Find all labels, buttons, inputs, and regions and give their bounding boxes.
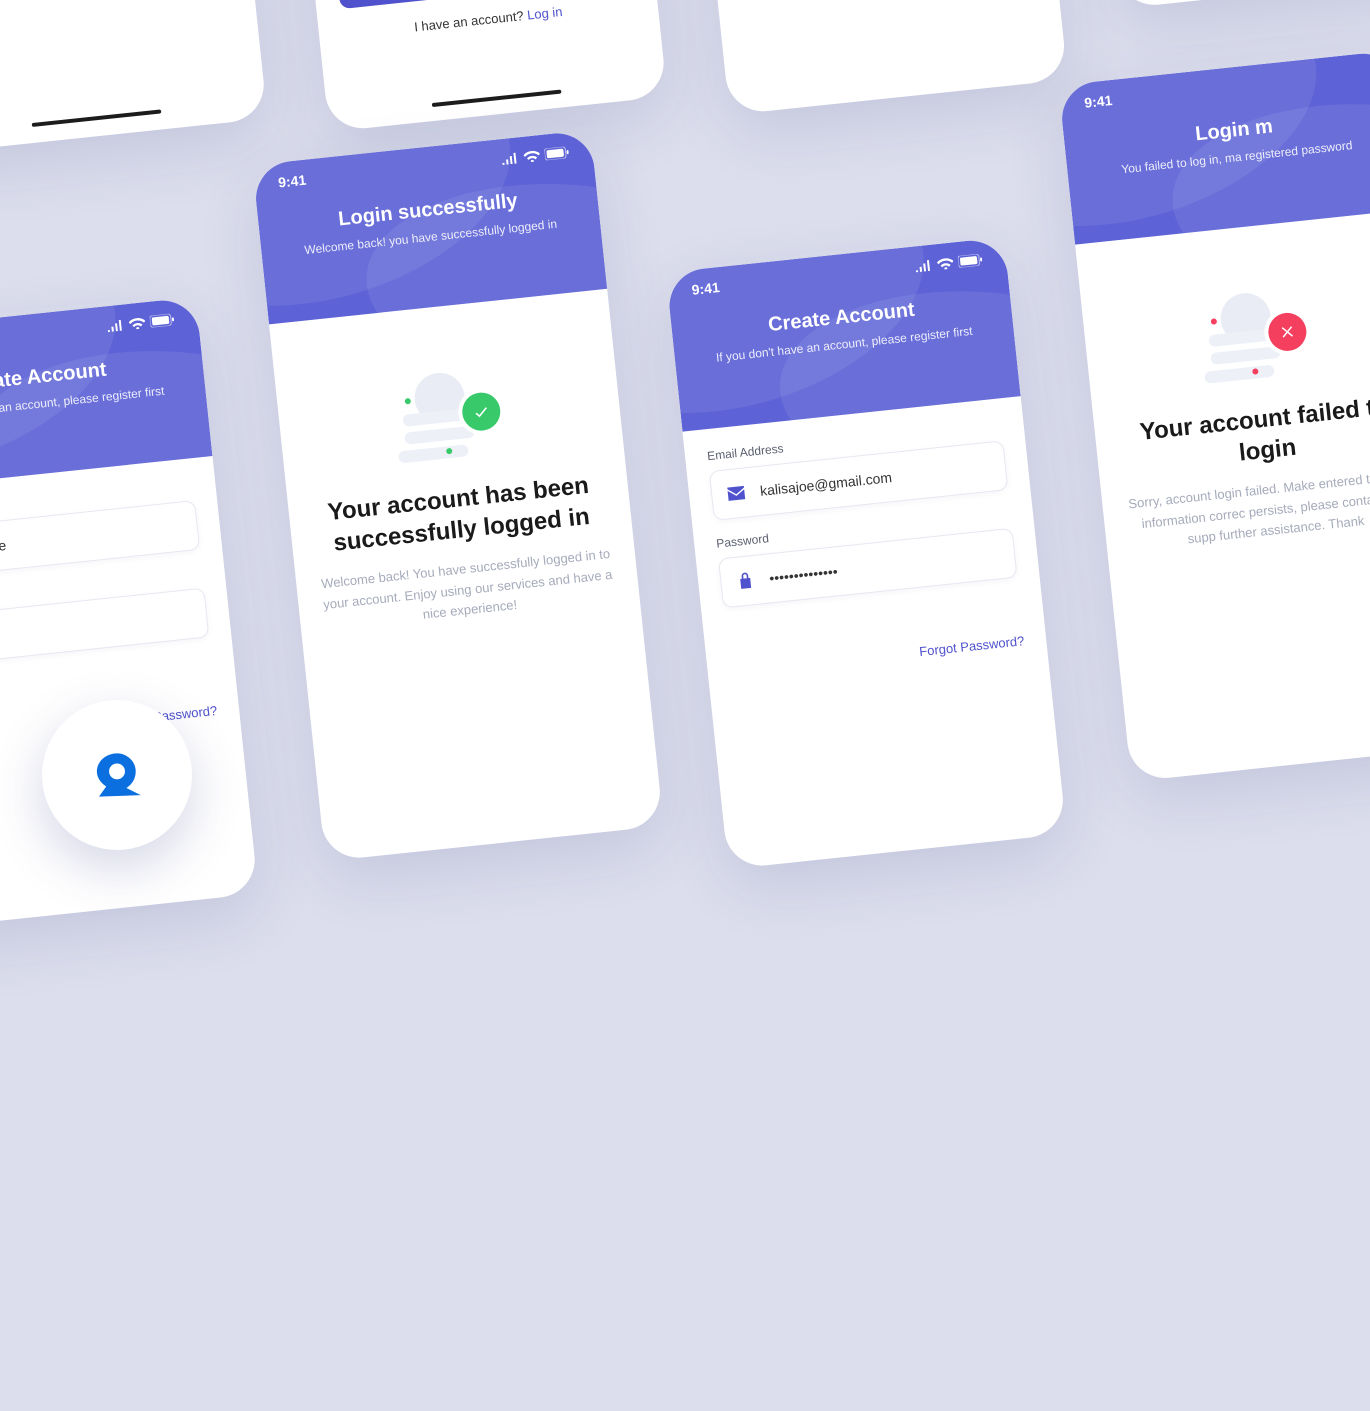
signal-icon	[501, 152, 519, 165]
password-input-2[interactable]	[768, 546, 1000, 586]
mail-icon	[725, 482, 747, 504]
check-icon	[471, 402, 491, 422]
fail-title-2: Your account failed to login	[1118, 389, 1370, 482]
fail-subtitle-2: Sorry, account login failed. Make entere…	[1126, 465, 1370, 556]
email-input-2[interactable]	[759, 459, 991, 499]
status-icons	[915, 253, 983, 272]
battery-icon	[958, 253, 983, 267]
brand-logo	[42, 700, 192, 850]
password-input[interactable]	[0, 606, 193, 646]
signal-icon	[107, 319, 125, 332]
success-title-2: Your account has been successfully logge…	[311, 468, 608, 561]
home-indicator	[432, 90, 562, 108]
signal-icon	[915, 259, 933, 272]
wifi-icon	[523, 150, 540, 163]
success-subtitle-2: Welcome back! You have successfully logg…	[319, 544, 616, 635]
email-input[interactable]	[0, 518, 183, 558]
already-have-account: I have an account? Log in	[342, 0, 634, 42]
status-bar-time: 9:41	[277, 172, 307, 191]
status-icons	[107, 313, 175, 332]
battery-icon	[149, 313, 174, 327]
wifi-icon	[937, 257, 954, 270]
status-bar-time: 9:41	[691, 279, 721, 298]
battery-icon	[544, 146, 569, 160]
status-bar-time: 9:41	[1083, 92, 1113, 111]
login-link[interactable]: Log in	[526, 4, 563, 23]
home-indicator	[32, 109, 162, 127]
lock-icon	[734, 570, 756, 592]
x-icon	[1277, 322, 1297, 342]
status-icons	[501, 146, 569, 165]
wifi-icon	[129, 317, 146, 330]
